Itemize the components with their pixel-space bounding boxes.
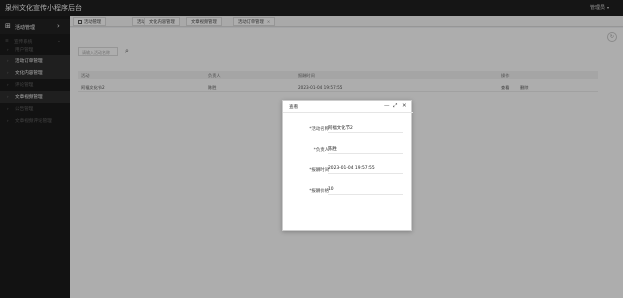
field-label-price: *报酬价格 bbox=[309, 189, 329, 194]
close-icon[interactable]: ✕ bbox=[402, 103, 407, 109]
maximize-icon[interactable]: ⤢ bbox=[393, 103, 397, 110]
view-dialog: 查看 — ⤢ ✕ *活动名称 阿福文化节2 *负责人 陈胜 *报酬时间 2023… bbox=[282, 100, 413, 231]
field-label-owner: *负责人 bbox=[313, 148, 329, 153]
field-time[interactable]: 2023-01-04 19:57:55 bbox=[328, 165, 403, 174]
field-owner[interactable]: 陈胜 bbox=[328, 145, 403, 154]
dialog-title: 查看 bbox=[289, 105, 299, 110]
field-price[interactable]: 10 bbox=[328, 186, 403, 195]
minimize-icon[interactable]: — bbox=[384, 103, 390, 109]
field-label-activity: *活动名称 bbox=[309, 127, 329, 132]
field-activity-name[interactable]: 阿福文化节2 bbox=[328, 124, 403, 133]
field-label-time: *报酬时间 bbox=[309, 168, 329, 173]
dialog-header: 查看 — ⤢ ✕ bbox=[283, 101, 413, 113]
